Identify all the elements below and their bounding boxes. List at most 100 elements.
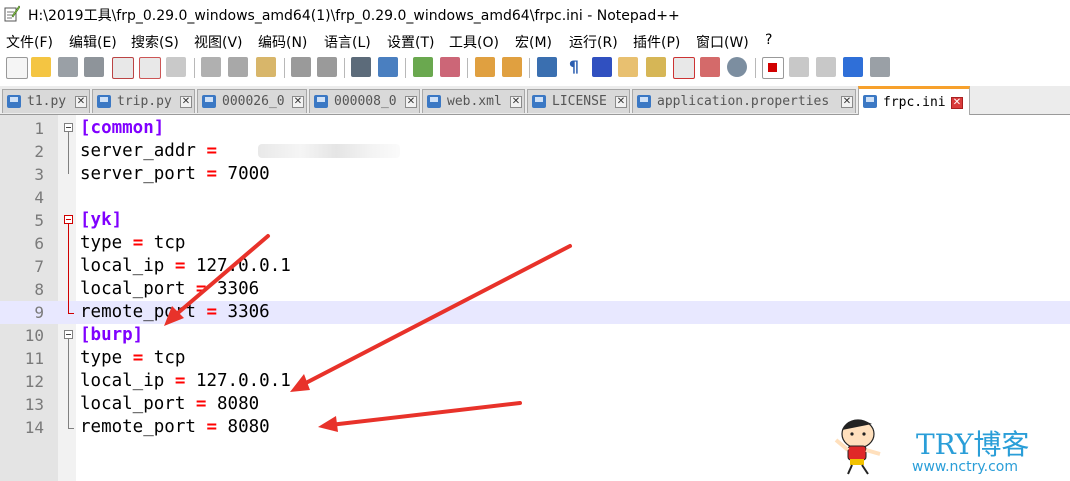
tab-application-properties[interactable]: application.properties ✕ (632, 89, 856, 113)
close-tab-icon[interactable]: ✕ (75, 96, 87, 108)
menu-macro[interactable]: 宏(M) (515, 32, 552, 52)
tab-web-xml[interactable]: web.xml ✕ (422, 89, 525, 113)
code-line[interactable]: 11 type = tcp (0, 347, 1070, 370)
menu-language[interactable]: 语言(L) (324, 32, 371, 52)
tab-label: application.properties (657, 94, 830, 109)
user-lang-icon[interactable] (618, 57, 638, 77)
close-icon[interactable] (112, 57, 134, 79)
close-tab-icon[interactable]: ✕ (180, 96, 192, 108)
code-line[interactable]: 13 local_port = 8080 (0, 393, 1070, 416)
line-number: 14 (24, 418, 44, 437)
menu-edit[interactable]: 编辑(E) (69, 32, 117, 52)
menu-settings[interactable]: 设置(T) (387, 32, 434, 52)
print-icon[interactable] (166, 57, 186, 77)
play-macro-icon[interactable] (816, 57, 836, 77)
record-macro-icon[interactable] (762, 57, 784, 79)
file-icon (637, 95, 651, 108)
save-all-icon[interactable] (84, 57, 104, 77)
config-value: 8080 (227, 417, 270, 437)
close-tab-icon[interactable]: ✕ (405, 96, 417, 108)
line-number: 4 (34, 188, 44, 207)
save-icon[interactable] (58, 57, 78, 77)
fold-toggle[interactable] (64, 330, 73, 339)
sync-vertical-icon[interactable] (475, 57, 495, 77)
menu-search[interactable]: 搜索(S) (131, 32, 179, 52)
close-all-icon[interactable] (139, 57, 161, 79)
copy-icon[interactable] (228, 57, 248, 77)
indent-guide-icon[interactable] (592, 57, 612, 77)
config-key: server_port (80, 164, 196, 184)
tab-frpc-ini[interactable]: frpc.ini ✕ (858, 86, 970, 115)
redo-icon[interactable] (317, 57, 337, 77)
tab-label: web.xml (447, 94, 502, 109)
save-macro-icon[interactable] (870, 57, 890, 77)
code-line[interactable]: 4 (0, 186, 1070, 209)
code-line[interactable]: 8 local_port = 3306 (0, 278, 1070, 301)
code-line[interactable]: 14 remote_port = 8080 (0, 416, 1070, 439)
close-tab-icon[interactable]: ✕ (951, 97, 963, 109)
menu-window[interactable]: 窗口(W) (696, 32, 749, 52)
file-icon (532, 95, 546, 108)
file-icon (97, 95, 111, 108)
line-number: 3 (34, 165, 44, 184)
menu-help[interactable]: ? (765, 32, 772, 48)
close-tab-icon[interactable]: ✕ (841, 96, 853, 108)
code-line[interactable]: 3 server_port = 7000 (0, 163, 1070, 186)
zoom-out-icon[interactable] (440, 57, 460, 77)
tab-000008[interactable]: 000008_0 ✕ (309, 89, 420, 113)
folder-workspace-icon[interactable] (700, 57, 720, 77)
menu-plugins[interactable]: 插件(P) (633, 32, 680, 52)
config-value: 127.0.0.1 (195, 256, 291, 276)
config-key: server_addr (80, 141, 196, 161)
new-file-icon[interactable] (6, 57, 28, 79)
code-line[interactable]: 6 type = tcp (0, 232, 1070, 255)
close-tab-icon[interactable]: ✕ (615, 96, 627, 108)
toolbar: ¶ (0, 53, 1070, 83)
close-tab-icon[interactable]: ✕ (510, 96, 522, 108)
menu-file[interactable]: 文件(F) (6, 32, 53, 52)
tab-t1-py[interactable]: t1.py ✕ (2, 89, 90, 113)
fold-guide (68, 339, 69, 428)
menu-view[interactable]: 视图(V) (194, 32, 243, 52)
undo-icon[interactable] (291, 57, 311, 77)
config-key: local_ip (80, 256, 165, 276)
code-line[interactable]: 7 local_ip = 127.0.0.1 (0, 255, 1070, 278)
close-tab-icon[interactable]: ✕ (292, 96, 304, 108)
code-line-current[interactable]: 9 remote_port = 3306 (0, 301, 1070, 324)
config-key: type (80, 348, 123, 368)
config-value: tcp (153, 233, 186, 253)
equals-operator: = (195, 394, 207, 414)
editor[interactable]: 1 [common] 2 server_addr = 3 server_port… (0, 115, 1070, 481)
menu-tools[interactable]: 工具(O) (449, 32, 499, 52)
stop-record-icon[interactable] (789, 57, 809, 77)
code-line[interactable]: 2 server_addr = (0, 140, 1070, 163)
tab-trip-py[interactable]: trip.py ✕ (92, 89, 195, 113)
code-line[interactable]: 12 local_ip = 127.0.0.1 (0, 370, 1070, 393)
sync-horizontal-icon[interactable] (502, 57, 522, 77)
show-all-chars-icon[interactable]: ¶ (564, 57, 584, 77)
code-line[interactable]: 5 [yk] (0, 209, 1070, 232)
run-macro-multiple-icon[interactable] (843, 57, 863, 77)
word-wrap-icon[interactable] (537, 57, 557, 77)
replace-icon[interactable] (378, 57, 398, 77)
tab-000026[interactable]: 000026_0 ✕ (197, 89, 307, 113)
menu-encoding[interactable]: 编码(N) (258, 32, 307, 52)
tab-license[interactable]: LICENSE ✕ (527, 89, 630, 113)
zoom-in-icon[interactable] (413, 57, 433, 77)
config-value: 127.0.0.1 (195, 371, 291, 391)
doc-map-icon[interactable] (646, 57, 666, 77)
tab-label: t1.py (27, 94, 67, 109)
equals-operator: = (195, 279, 207, 299)
code-line[interactable]: 1 [common] (0, 117, 1070, 140)
fold-toggle[interactable] (64, 215, 73, 224)
find-icon[interactable] (351, 57, 371, 77)
code-line[interactable]: 10 [burp] (0, 324, 1070, 347)
fold-toggle[interactable] (64, 123, 73, 132)
paste-icon[interactable] (256, 57, 276, 77)
open-file-icon[interactable] (31, 57, 51, 77)
monitor-icon[interactable] (727, 57, 747, 77)
equals-operator: = (132, 233, 144, 253)
function-list-icon[interactable] (673, 57, 695, 79)
cut-icon[interactable] (201, 57, 221, 77)
menu-run[interactable]: 运行(R) (569, 32, 618, 52)
